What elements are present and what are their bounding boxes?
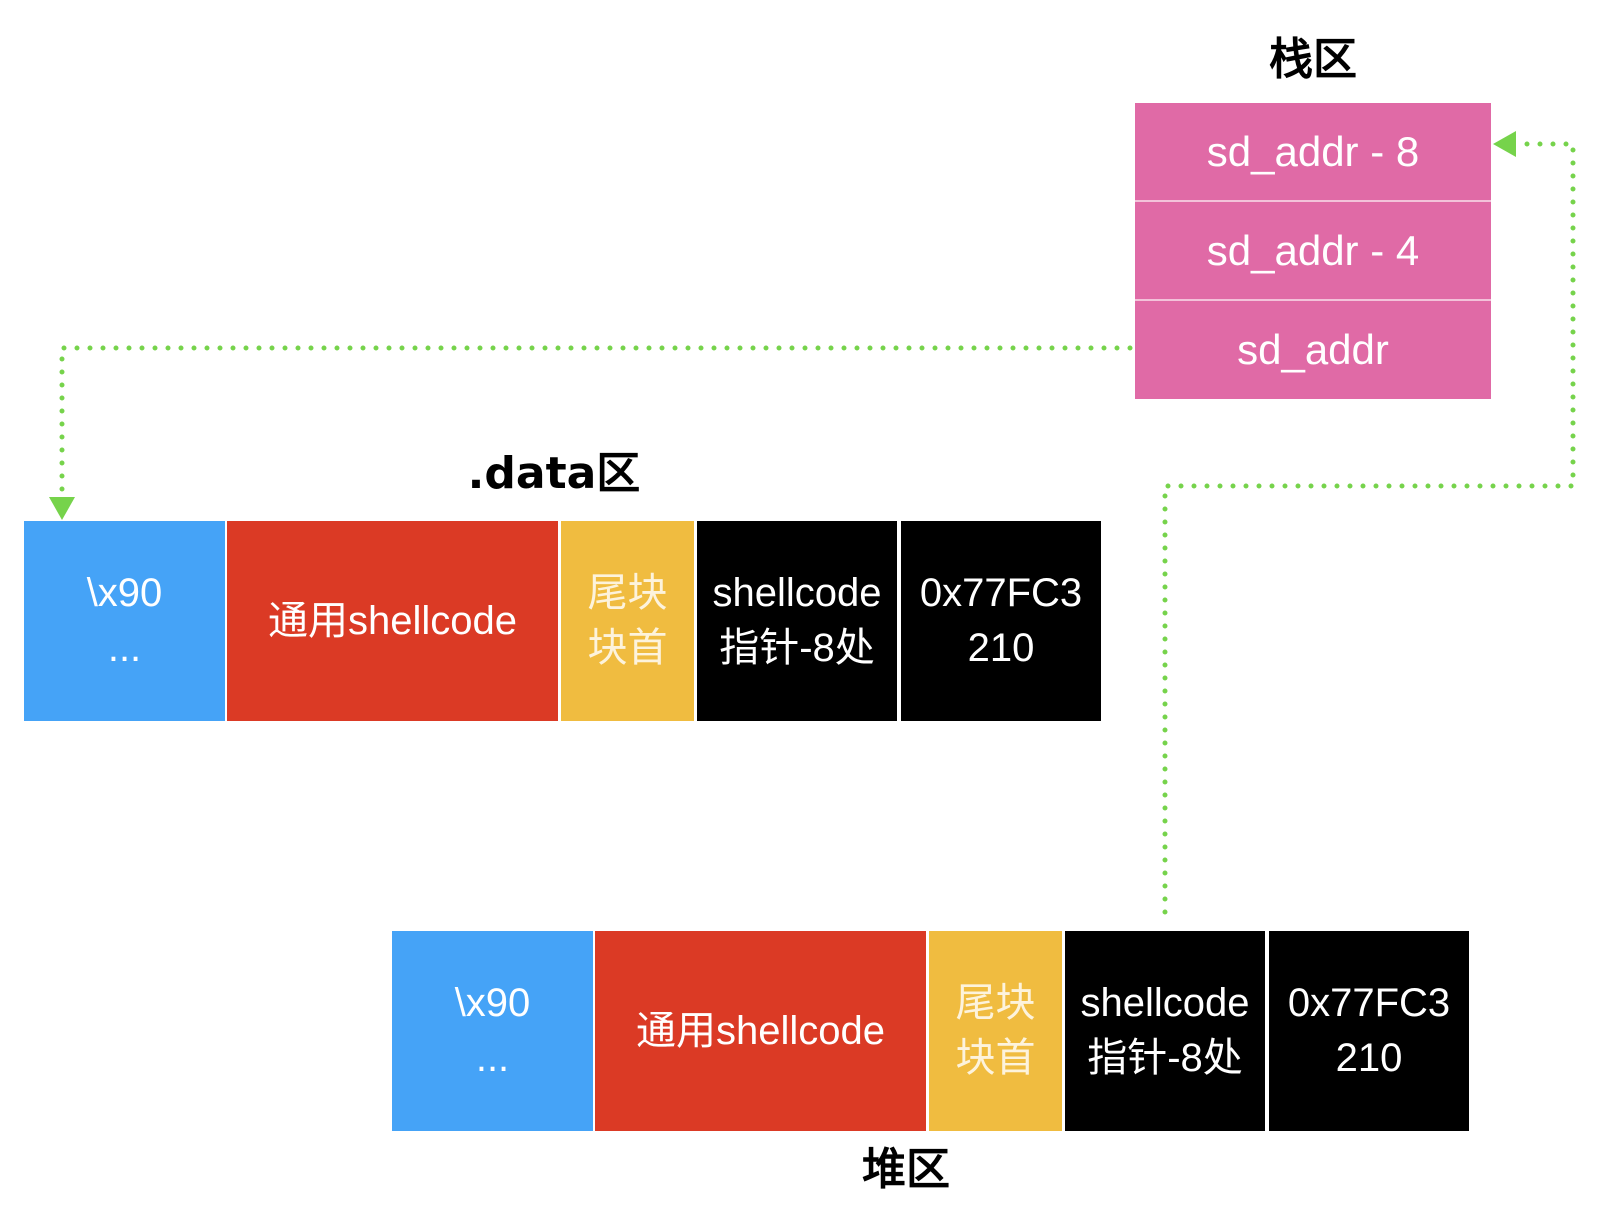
heap-to-stack-link <box>1162 141 1576 915</box>
stack-to-data-link <box>59 345 1133 503</box>
link-arrows <box>49 131 1576 915</box>
stack-to-data-arrowhead <box>49 497 75 520</box>
heap-to-stack-arrowhead <box>1493 131 1516 157</box>
diagram-canvas: 栈区 sd_addr - 8 sd_addr - 4 sd_addr .data… <box>0 0 1606 1224</box>
